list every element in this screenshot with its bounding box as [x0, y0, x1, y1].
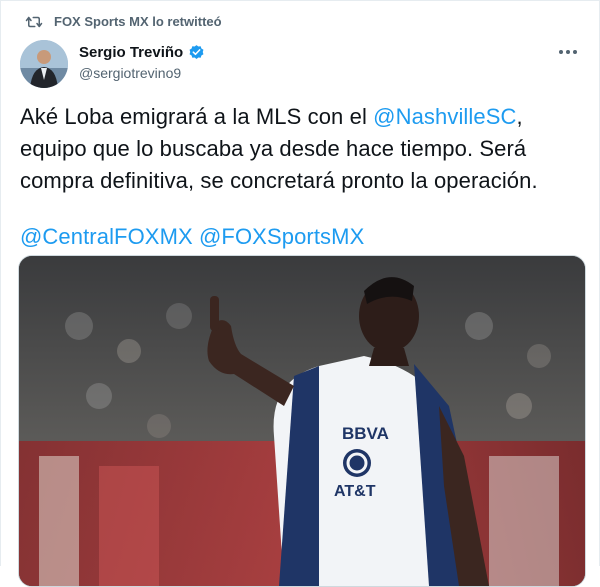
author-handle[interactable]: @sergiotrevino9: [79, 65, 205, 81]
author-name[interactable]: Sergio Treviño: [79, 44, 183, 61]
more-options-icon[interactable]: [558, 44, 578, 60]
jersey-sponsor-bbva: BBVA: [342, 424, 389, 443]
tweet-text-line2: equipo que lo buscaba ya desde hace tiem…: [20, 136, 527, 161]
tweet-text-line3: compra definitiva, se concretará pronto …: [20, 168, 538, 193]
player-photo: BBVA AT&T: [19, 256, 585, 586]
verified-badge-icon: [189, 45, 204, 59]
mention-centralfoxmx[interactable]: @CentralFOXMX: [20, 224, 193, 249]
mention-nashvillesc[interactable]: @NashvilleSC: [373, 104, 516, 129]
retweet-icon: [25, 16, 43, 27]
retweet-context[interactable]: FOX Sports MX lo retwitteó: [25, 14, 222, 29]
tweet-photo[interactable]: BBVA AT&T: [18, 255, 586, 587]
avatar[interactable]: [20, 40, 68, 88]
avatar-image: [20, 40, 68, 88]
mention-foxsportsmx[interactable]: @FOXSportsMX: [199, 224, 364, 249]
tweet-text-line1-tail: ,: [516, 104, 523, 129]
jersey-sponsor-att: AT&T: [334, 483, 376, 500]
retweet-label: FOX Sports MX lo retwitteó: [54, 14, 222, 29]
tweet-body: Aké Loba emigrará a la MLS con el @Nashv…: [20, 101, 585, 253]
author-block[interactable]: Sergio Treviño @sergiotrevino9: [79, 44, 205, 81]
tweet-text-line1: Aké Loba emigrará a la MLS con el: [20, 104, 374, 129]
